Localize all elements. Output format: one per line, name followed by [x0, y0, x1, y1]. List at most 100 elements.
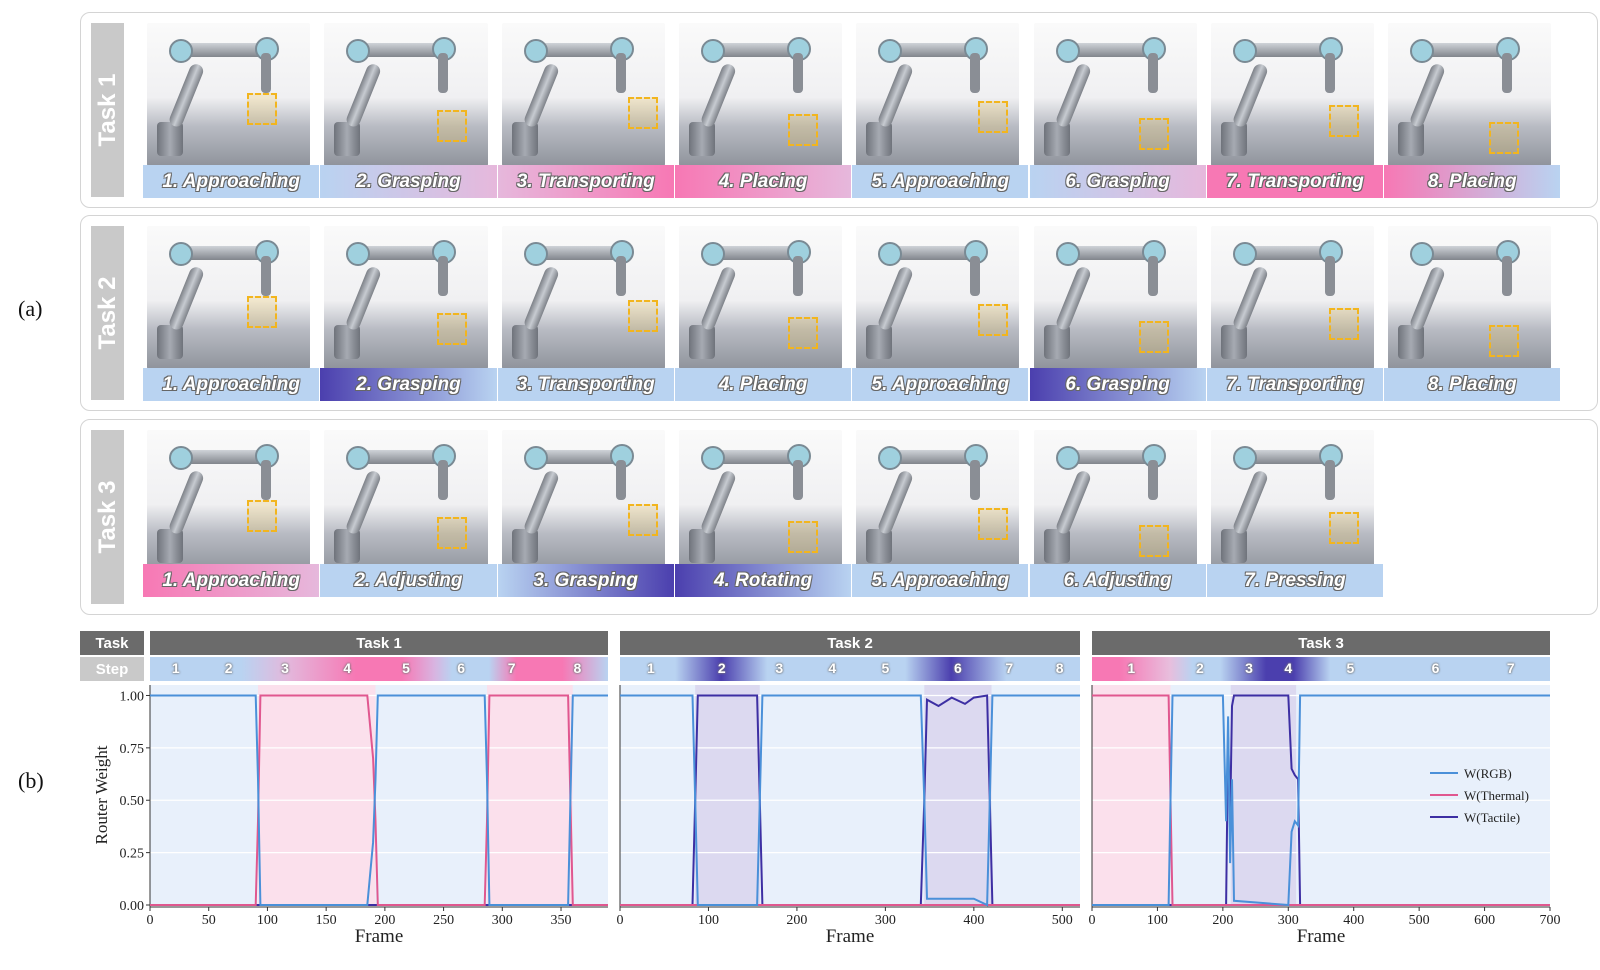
step-label: 6. Grasping: [1029, 165, 1207, 198]
step-label: 8. Placing: [1384, 368, 1562, 401]
task-tab: Task 2: [91, 226, 124, 400]
robot-photo: [1210, 430, 1375, 573]
step-label: 5. Approaching: [852, 368, 1030, 401]
series-line-W(RGB): [620, 694, 1080, 907]
x-tick-label: 300: [1278, 913, 1299, 928]
step-number: 5: [881, 660, 890, 676]
robot-photo: [678, 23, 843, 166]
step-number: 2: [717, 660, 726, 676]
step-label: 3. Transporting: [497, 165, 675, 198]
x-axis-label: Frame: [1297, 926, 1346, 947]
robot-photo: [1388, 226, 1552, 369]
step-number: 4: [828, 660, 837, 676]
step-label: 3. Grasping: [497, 564, 675, 597]
shaded-region: [258, 685, 376, 905]
task-band: Task 3: [1092, 631, 1550, 655]
plot-area: [1092, 685, 1550, 905]
step-label: 1. Approaching: [143, 564, 321, 597]
x-tick-label: 700: [1540, 913, 1561, 928]
panel-b-label: (b): [18, 768, 44, 793]
step-label: 3. Transporting: [497, 368, 675, 401]
step-number: 8: [573, 660, 582, 676]
step-number: 4: [1284, 660, 1293, 676]
step-label: 4. Placing: [674, 165, 853, 198]
robot-photo: [1210, 226, 1375, 369]
legend-entry: W(RGB): [1464, 766, 1512, 781]
shaded-region: [695, 685, 760, 905]
robot-photo: [147, 23, 311, 166]
step-number: 5: [402, 660, 410, 676]
task-band: Task 1: [150, 631, 608, 655]
step-label: 7. Transporting: [1206, 165, 1385, 198]
robot-photo: [678, 226, 843, 369]
y-tick-label: 0.75: [120, 742, 145, 757]
x-tick-label: 500: [1052, 913, 1073, 928]
x-tick-label: 250: [433, 913, 454, 928]
step-number: 7: [507, 660, 516, 676]
plot-area: [620, 685, 1080, 905]
x-tick-label: 100: [698, 913, 719, 928]
robot-photo: [1033, 23, 1197, 166]
step-label: 2. Adjusting: [320, 564, 498, 597]
step-number: 7: [1005, 660, 1014, 676]
plot-area: [150, 685, 608, 905]
step-label: 5. Approaching: [852, 564, 1030, 597]
step-band: [150, 657, 608, 681]
task-panel-1: Task 1 1. Approaching 2. Grasping 3. Transp…: [80, 12, 1598, 208]
step-label: 6. Adjusting: [1029, 564, 1207, 597]
task-band: Task 2: [620, 631, 1080, 655]
robot-photo: [1033, 430, 1197, 573]
task-panel-3: Task 3 1. Approaching 2. Adjusting 3. Grasp…: [80, 419, 1598, 615]
step-label: 2. Grasping: [320, 165, 498, 198]
step-label: 7. Pressing: [1206, 564, 1385, 597]
x-tick-label: 200: [1212, 913, 1233, 928]
x-tick-label: 600: [1474, 913, 1495, 928]
robot-photo: [856, 23, 1020, 166]
step-label: 8. Placing: [1384, 165, 1562, 198]
shaded-region: [1092, 685, 1171, 905]
series-line-W(Thermal): [1092, 694, 1550, 906]
robot-photo: [324, 23, 488, 166]
shaded-region: [924, 685, 992, 905]
series-line-W(Tactile): [620, 694, 1080, 906]
step-number: 6: [954, 660, 962, 676]
step-number: 2: [1196, 660, 1204, 676]
step-label: 1. Approaching: [143, 165, 321, 198]
x-tick-label: 400: [1343, 913, 1364, 928]
robot-photo: [324, 430, 488, 573]
series-line-W(Tactile): [1092, 694, 1550, 906]
robot-photo: [147, 226, 311, 369]
y-tick-label: 0.25: [120, 847, 145, 862]
step-label: 2. Grasping: [320, 368, 498, 401]
series-line-W(Thermal): [150, 694, 608, 906]
robot-photo: [856, 226, 1020, 369]
step-label: 1. Approaching: [143, 368, 321, 401]
x-tick-label: 150: [316, 913, 337, 928]
robot-photo: [324, 226, 488, 369]
step-label: 7. Transporting: [1206, 368, 1385, 401]
step-number: 8: [1055, 660, 1064, 676]
step-number: 3: [775, 660, 784, 676]
x-tick-label: 500: [1409, 913, 1430, 928]
step-number: 5: [1346, 660, 1355, 676]
x-axis-label: Frame: [355, 926, 404, 947]
robot-photo: [1033, 226, 1197, 369]
x-tick-label: 0: [617, 913, 624, 928]
robot-photo: [501, 23, 665, 166]
robot-photo: [678, 430, 843, 573]
y-tick-label: 1.00: [120, 689, 145, 704]
step-label: 4. Placing: [674, 368, 853, 401]
task-panel-2: Task 2 1. Approaching 2. Grasping 3. Transp…: [80, 215, 1598, 411]
step-number: 4: [343, 660, 352, 676]
task-tab-label: Task 2: [93, 276, 121, 350]
step-number: 3: [281, 660, 289, 676]
x-tick-label: 100: [1147, 913, 1168, 928]
y-tick-label: 0.00: [120, 899, 145, 914]
task-tab-label: Task 1: [93, 73, 121, 147]
legend-entry: W(Thermal): [1464, 788, 1529, 803]
shaded-region: [487, 685, 573, 905]
y-tick-label: 0.50: [120, 794, 145, 809]
step-band: [1092, 657, 1550, 681]
legend-entry: W(Tactile): [1464, 810, 1520, 825]
step-label: 5. Approaching: [852, 165, 1030, 198]
